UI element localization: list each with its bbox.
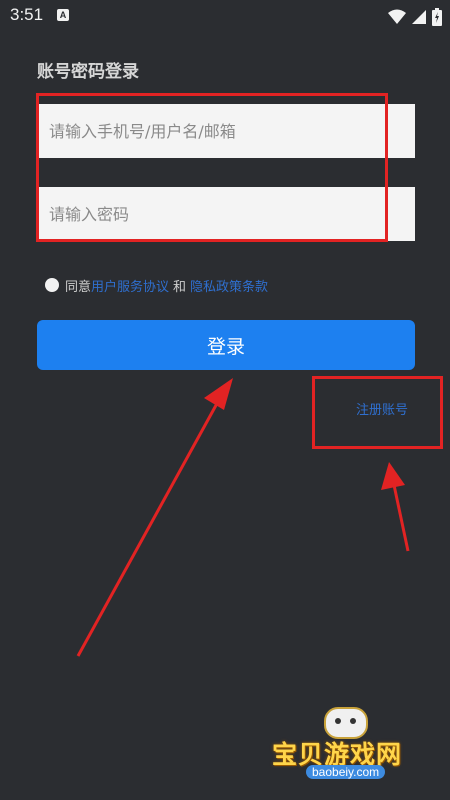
watermark-logo: 宝贝游戏网 baobeiy.com [272,705,432,783]
watermark-domain: baobeiy.com [306,765,386,779]
arrow-to-register-link [381,462,410,552]
annotation-arrows [76,378,410,657]
arrow-to-login-button [76,378,233,657]
